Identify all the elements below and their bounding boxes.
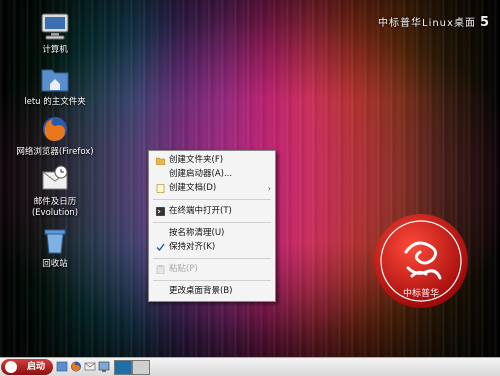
menu-item-paste[interactable]: 粘贴(P)	[149, 263, 275, 276]
firefox-launcher-icon[interactable]	[70, 360, 82, 373]
show-desktop-icon[interactable]	[98, 360, 110, 373]
desktop-icon-home[interactable]: letu 的主文件夹	[15, 64, 95, 108]
brand-text: 中标普华Linux桌面	[378, 18, 476, 29]
desktop-icon-evolution[interactable]: 邮件及日历 (Evolution)	[15, 164, 95, 219]
computer-icon	[41, 13, 69, 40]
menu-separator	[153, 199, 271, 200]
start-menu-button[interactable]: 启动	[1, 359, 53, 375]
desktop-icon-computer[interactable]: 计算机	[15, 12, 95, 56]
desktop-icon-label: letu 的主文件夹	[24, 97, 86, 107]
menu-separator	[153, 258, 271, 259]
submenu-arrow-icon: ›	[267, 184, 271, 193]
trash-icon	[44, 229, 66, 254]
seal-text: 中标普华	[403, 287, 439, 299]
new-document-icon	[156, 184, 165, 193]
desktop-icon-firefox[interactable]: 网络浏览器(Firefox)	[15, 114, 95, 158]
brand-version: 5	[479, 15, 490, 30]
menu-item-clean-by-name[interactable]: 按名称清理(U)	[149, 227, 275, 240]
start-label: 启动	[27, 362, 46, 372]
menu-item-keep-aligned[interactable]: 保持对齐(K)	[149, 241, 275, 254]
menu-item-change-background[interactable]: 更改桌面背景(B)	[149, 285, 275, 298]
menu-separator	[153, 222, 271, 223]
zhongbiao-seal-logo: 中标普华	[374, 214, 468, 308]
new-folder-icon	[156, 157, 165, 165]
desktop-icon-label: 计算机	[42, 45, 68, 55]
terminal-icon	[156, 207, 165, 216]
menu-item-create-document[interactable]: 创建文档(D) ›	[149, 182, 275, 195]
desktop-icon-trash[interactable]: 回收站	[15, 226, 95, 270]
evolution-mail-icon	[42, 165, 68, 190]
paste-icon	[156, 265, 165, 274]
mail-launcher-icon[interactable]	[84, 360, 96, 373]
workspace-2[interactable]	[132, 360, 150, 375]
desktop-icon-label: 邮件及日历	[33, 197, 77, 207]
brand-label: 中标普华Linux桌面 5	[378, 14, 490, 30]
file-manager-icon[interactable]	[56, 360, 68, 373]
bottom-panel: 启动	[0, 357, 500, 376]
workspace-1[interactable]	[114, 360, 132, 375]
firefox-icon	[43, 117, 67, 141]
menu-item-create-folder[interactable]: 创建文件夹(F)	[149, 154, 275, 167]
desktop-icon-label-line2: (Evolution)	[31, 208, 79, 218]
home-folder-icon	[41, 69, 69, 92]
start-logo-icon	[5, 361, 17, 373]
desktop-background[interactable]: 中标普华Linux桌面 5 计算机 letu 的主文件夹 网络浏览器(Firefo…	[0, 0, 500, 357]
checkmark-icon	[156, 243, 165, 252]
desktop-icon-label: 网络浏览器(Firefox)	[16, 147, 94, 157]
menu-separator	[153, 280, 271, 281]
menu-item-create-launcher[interactable]: 创建启动器(A)...	[149, 168, 275, 181]
desktop-icon-label: 回收站	[42, 259, 68, 269]
menu-item-open-terminal[interactable]: 在终端中打开(T)	[149, 205, 275, 218]
desktop-context-menu: 创建文件夹(F) 创建启动器(A)... 创建文档(D) › 在终端中打开(T)…	[148, 150, 276, 302]
